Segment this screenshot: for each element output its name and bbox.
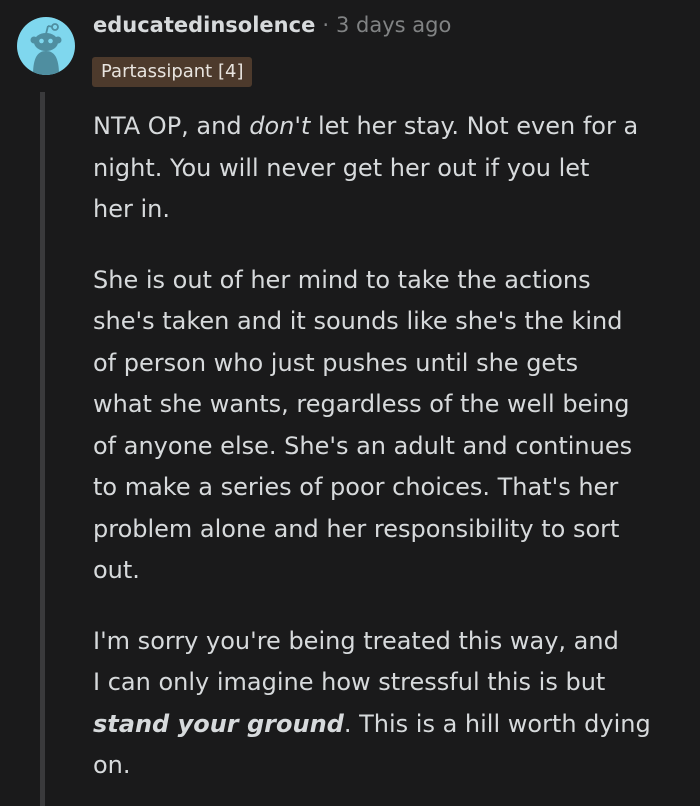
text-line: what she wants, regardless of the well b…	[93, 390, 630, 418]
paragraph: NTA OP, and don't let her stay. Not even…	[93, 106, 685, 231]
text-line: of anyone else. She's an adult and conti…	[93, 431, 633, 460]
comment: educatedinsolence · 3 days ago Partassip…	[0, 0, 700, 806]
emphasis-bold-italic: stand your ground	[93, 709, 344, 738]
text-line: her in.	[93, 195, 170, 223]
text-line: problem alone and her responsibility to …	[93, 514, 620, 543]
text-line: She is out of her mind to take the actio…	[93, 265, 591, 294]
paragraph: I'm sorry you're being treated this way,…	[93, 621, 685, 787]
username[interactable]: educatedinsolence	[93, 13, 315, 37]
text-line: out.	[93, 556, 140, 584]
text-line: I can only imagine how stressful this is…	[93, 668, 606, 696]
text-line: on.	[93, 751, 131, 779]
thread-collapse-line[interactable]	[40, 92, 45, 806]
comment-meta: educatedinsolence · 3 days ago	[93, 13, 451, 37]
text-line: NTA OP, and don't let her stay. Not even…	[93, 112, 639, 140]
text-line: to make a series of poor choices. That's…	[93, 473, 619, 501]
text-line: of person who just pushes until she gets	[93, 348, 579, 377]
avatar[interactable]	[17, 17, 75, 75]
emphasis-italic: don't	[249, 112, 311, 140]
text-line: stand your ground. This is a hill worth …	[93, 709, 651, 738]
meta-separator: ·	[322, 13, 330, 37]
user-flair: Partassipant [4]	[92, 57, 253, 87]
text-line: I'm sorry you're being treated this way,…	[93, 626, 619, 655]
text-line: night. You will never get her out if you…	[93, 153, 590, 182]
snoo-avatar-icon	[30, 23, 62, 75]
text-line: she's taken and it sounds like she's the…	[93, 307, 623, 335]
comment-body: NTA OP, and don't let her stay. Not even…	[93, 106, 685, 787]
paragraph: She is out of her mind to take the actio…	[93, 260, 685, 592]
timestamp[interactable]: 3 days ago	[336, 13, 451, 37]
